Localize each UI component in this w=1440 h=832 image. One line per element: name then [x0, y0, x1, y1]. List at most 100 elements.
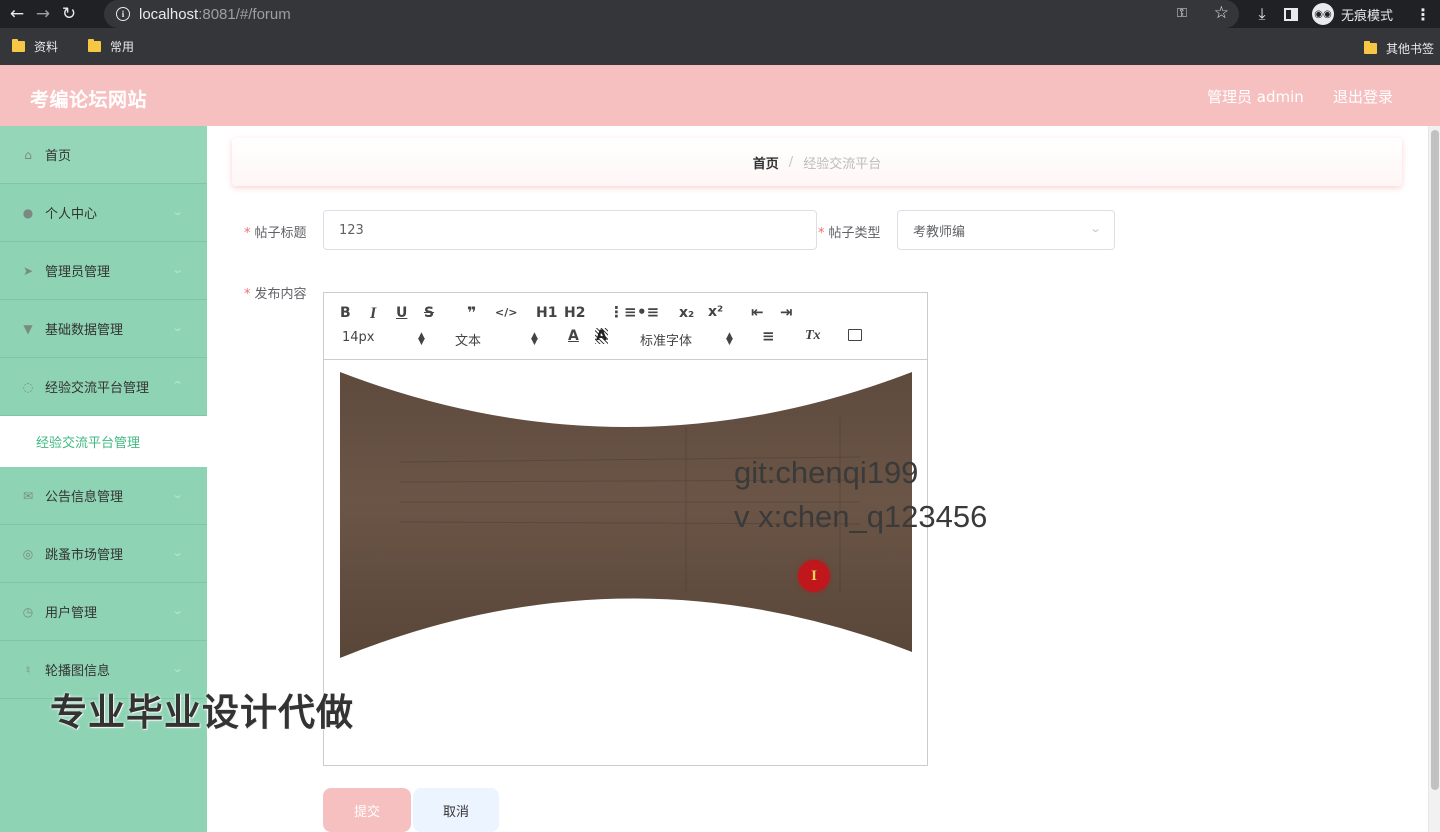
sidebar-item-label: 经验交流平台管理: [45, 381, 150, 396]
home-icon: ⌂: [24, 147, 32, 162]
chevron-down-icon: ⌄: [171, 546, 185, 559]
font-color-icon[interactable]: A: [568, 328, 579, 344]
superscript-button[interactable]: x²: [708, 304, 723, 320]
required-mark: *: [244, 226, 251, 241]
back-arrow-icon[interactable]: ←: [4, 0, 30, 28]
compass-icon: ◎: [22, 546, 34, 561]
site-title: 考编论坛网站: [30, 89, 148, 111]
required-mark: *: [244, 287, 251, 302]
breadcrumb-separator: /: [788, 154, 794, 170]
editor-content[interactable]: [324, 360, 927, 765]
type-label: * 帖子类型: [818, 222, 881, 241]
italic-button[interactable]: I: [370, 305, 376, 323]
other-bookmarks[interactable]: 其他书签: [1363, 40, 1434, 57]
h2-button[interactable]: H2: [564, 305, 585, 321]
indent-icon[interactable]: ⇥: [780, 303, 793, 321]
bookmark-label: 常用: [110, 40, 135, 54]
required-mark: *: [818, 226, 825, 241]
cancel-button[interactable]: 取消: [413, 788, 499, 832]
clock-icon: ◷: [22, 604, 34, 619]
overlay-watermark: 专业毕业设计代做: [50, 691, 354, 734]
chevron-down-icon: ⌄: [171, 488, 185, 501]
sidebar-item-profile[interactable]: ● 个人中心 ⌄: [0, 184, 207, 242]
title-input-value: 123: [339, 222, 364, 238]
key-icon[interactable]: ⚿: [1177, 6, 1193, 22]
incognito-icon[interactable]: ◉◉: [1312, 3, 1334, 25]
sidebar-subitem-forum[interactable]: 经验交流平台管理: [0, 416, 207, 467]
editor-toolbar: B I U S ❞ </> H1 H2 ⋮≡ •≡ x₂ x² ⇤ ⇥ 14px…: [324, 293, 927, 360]
sidebar-item-users[interactable]: ◷ 用户管理 ⌄: [0, 583, 207, 641]
watermark-line: v x:chen_q123456: [734, 499, 988, 534]
sidebar-item-basic-data[interactable]: ▼ 基础数据管理 ⌄: [0, 300, 207, 358]
type-select[interactable]: 考教师编 ⌄: [897, 210, 1115, 250]
side-panel-icon[interactable]: [1284, 7, 1298, 21]
subscript-button[interactable]: x₂: [679, 305, 694, 321]
sidebar-item-label: 首页: [45, 149, 72, 164]
sidebar-item-market[interactable]: ◎ 跳蚤市场管理 ⌄: [0, 525, 207, 583]
h1-button[interactable]: H1: [536, 305, 557, 321]
title-input[interactable]: 123: [323, 210, 817, 250]
sidebar-item-label: 管理员管理: [45, 265, 111, 280]
folder-icon: [1363, 41, 1377, 54]
scrollbar-thumb[interactable]: [1431, 130, 1439, 790]
sidebar-item-label: 个人中心: [45, 207, 98, 222]
incognito-label[interactable]: 无痕模式: [1341, 5, 1393, 24]
address-bar[interactable]: i localhost:8081/#/forum ⚿ ☆: [104, 0, 1239, 28]
user-icon: ●: [22, 205, 34, 220]
submit-button[interactable]: 提交: [323, 788, 411, 832]
chevron-down-icon: ⌄: [171, 263, 185, 276]
bookmark-folder[interactable]: 常用: [88, 38, 134, 55]
page-scrollbar[interactable]: [1428, 126, 1440, 832]
strike-button[interactable]: S: [424, 305, 434, 321]
url-path: :8081/#/forum: [198, 5, 291, 23]
bookmark-star-icon[interactable]: ☆: [1214, 3, 1229, 23]
breadcrumb-current: 经验交流平台: [803, 156, 882, 172]
font-size-select[interactable]: 14px ▲ ▼: [342, 330, 426, 347]
bookmark-folder[interactable]: 资料: [12, 38, 58, 55]
chevron-up-icon: ⌃: [171, 379, 185, 392]
clear-format-button[interactable]: Tx: [805, 328, 821, 344]
reload-icon[interactable]: ↻: [56, 0, 82, 28]
header-value: 文本: [455, 334, 482, 349]
sidebar-item-forum-admin[interactable]: ◌ 经验交流平台管理 ⌃: [0, 358, 207, 416]
watermark-line: git:chenqi199: [734, 455, 919, 490]
folder-icon: [88, 39, 102, 52]
bullet-list-icon[interactable]: •≡: [637, 303, 659, 321]
bold-button[interactable]: B: [340, 305, 351, 321]
font-family-select[interactable]: 标准字体 ▲ ▼: [640, 330, 736, 350]
logout-button[interactable]: 退出登录: [1333, 86, 1393, 107]
sidebar-item-home[interactable]: ⌂ 首页: [0, 126, 207, 184]
url-host: localhost: [139, 5, 199, 23]
data-icon: ▼: [23, 321, 33, 336]
blockquote-button[interactable]: ❞: [467, 303, 476, 322]
sidebar-item-label: 公告信息管理: [45, 490, 124, 505]
sidebar-item-admins[interactable]: ➤ 管理员管理 ⌄: [0, 242, 207, 300]
sidebar-item-label: 用户管理: [45, 606, 98, 621]
info-icon[interactable]: i: [116, 7, 130, 21]
ordered-list-icon[interactable]: ⋮≡: [609, 303, 637, 321]
outdent-icon[interactable]: ⇤: [751, 303, 764, 321]
type-label-text: 帖子类型: [828, 226, 881, 241]
forward-arrow-icon[interactable]: →: [30, 0, 56, 28]
browser-toolbar: ← → ↻ i localhost:8081/#/forum ⚿ ☆ ⤓ ◉◉ …: [0, 0, 1440, 28]
chevron-down-icon: ⌄: [171, 662, 185, 675]
content-label: * 发布内容: [244, 283, 307, 302]
updown-icon: ▲ ▼: [418, 331, 425, 347]
underline-button[interactable]: U: [396, 305, 407, 321]
sidebar-item-notices[interactable]: ✉ 公告信息管理 ⌄: [0, 467, 207, 525]
code-block-button[interactable]: </>: [495, 306, 517, 319]
send-icon: ➤: [22, 263, 34, 278]
breadcrumb-home[interactable]: 首页: [753, 153, 779, 172]
download-icon[interactable]: ⤓: [1250, 4, 1274, 24]
url-text[interactable]: localhost:8081/#/forum: [139, 6, 291, 23]
more-menu-icon[interactable]: ⋮: [1415, 5, 1431, 24]
header-select[interactable]: 文本 ▲ ▼: [455, 330, 539, 350]
text-cursor-icon: I: [798, 560, 830, 592]
align-left-icon[interactable]: ≡: [762, 327, 775, 345]
title-label: * 帖子标题: [244, 222, 307, 241]
sidebar-item-label: 轮播图信息: [45, 664, 111, 679]
background-color-icon[interactable]: A: [595, 328, 608, 344]
app-header: 考编论坛网站 管理员 admin 退出登录: [0, 65, 1440, 126]
image-icon[interactable]: [848, 329, 862, 341]
chevron-down-icon: ⌄: [171, 321, 185, 334]
